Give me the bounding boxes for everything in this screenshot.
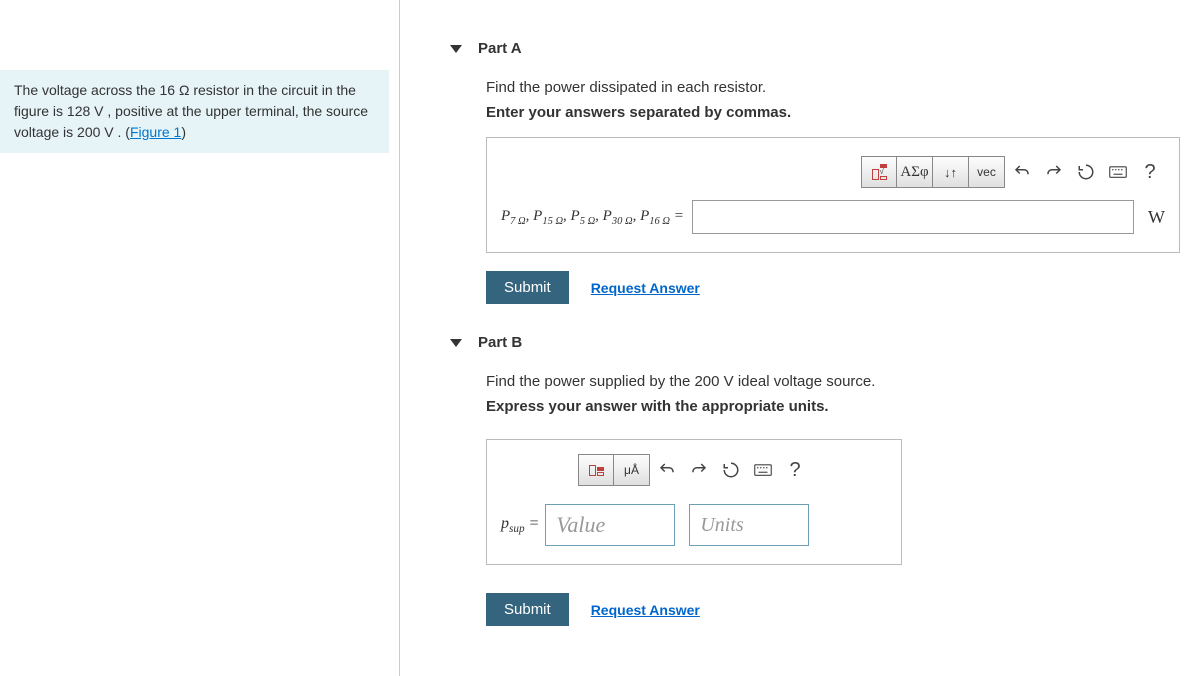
part-b-title: Part B <box>478 334 522 351</box>
part-b-eq-label: psup = <box>501 515 539 535</box>
undo-button[interactable] <box>652 455 682 485</box>
undo-icon <box>658 461 676 479</box>
keyboard-icon <box>1109 163 1127 181</box>
problem-text-after: ) <box>181 124 186 140</box>
updown-button[interactable]: ↓↑ <box>933 156 969 188</box>
keyboard-button[interactable] <box>1103 157 1133 187</box>
part-b-request-answer-link[interactable]: Request Answer <box>591 602 700 618</box>
figure-link[interactable]: Figure 1 <box>130 124 181 140</box>
part-a-header[interactable]: Part A <box>450 40 1180 57</box>
redo-button[interactable] <box>684 455 714 485</box>
keyboard-button[interactable] <box>748 455 778 485</box>
part-a-title: Part A <box>478 40 522 57</box>
keyboard-icon <box>754 461 772 479</box>
part-b-toolbar: μÅ ? <box>501 454 887 486</box>
reset-icon <box>722 461 740 479</box>
greek-button[interactable]: ΑΣφ <box>897 156 933 188</box>
part-a-prompt2: Enter your answers separated by commas. <box>486 104 1180 121</box>
redo-icon <box>1045 163 1063 181</box>
part-b-value-input[interactable] <box>545 504 675 546</box>
main-content: Part A Find the power dissipated in each… <box>400 0 1200 676</box>
template-button[interactable]: √ <box>861 156 897 188</box>
redo-button[interactable] <box>1039 157 1069 187</box>
caret-down-icon[interactable] <box>450 45 462 53</box>
part-b-prompt1: Find the power supplied by the 200 V ide… <box>486 373 1180 390</box>
part-a-request-answer-link[interactable]: Request Answer <box>591 280 700 296</box>
part-b-header[interactable]: Part B <box>450 334 1180 351</box>
part-a-answer-input[interactable] <box>692 200 1134 234</box>
help-button[interactable]: ? <box>780 455 810 485</box>
part-b-submit-button[interactable]: Submit <box>486 593 569 626</box>
part-a-toolbar: √ ΑΣφ ↓↑ vec <box>501 156 1165 188</box>
redo-icon <box>690 461 708 479</box>
template-icon <box>589 465 604 476</box>
part-a-submit-button[interactable]: Submit <box>486 271 569 304</box>
units-button[interactable]: μÅ <box>614 454 650 486</box>
reset-button[interactable] <box>716 455 746 485</box>
template-button[interactable] <box>578 454 614 486</box>
vec-button[interactable]: vec <box>969 156 1005 188</box>
part-a-eq-label: P7 Ω, P15 Ω, P5 Ω, P30 Ω, P16 Ω = <box>501 208 692 227</box>
reset-icon <box>1077 163 1095 181</box>
reset-button[interactable] <box>1071 157 1101 187</box>
problem-sidebar: The voltage across the 16 Ω resistor in … <box>0 0 400 676</box>
part-a-prompt1: Find the power dissipated in each resist… <box>486 79 1180 96</box>
part-b-answer-panel: μÅ ? psup = <box>486 439 902 565</box>
undo-icon <box>1013 163 1031 181</box>
caret-down-icon[interactable] <box>450 339 462 347</box>
part-a-answer-panel: √ ΑΣφ ↓↑ vec <box>486 137 1180 253</box>
undo-button[interactable] <box>1007 157 1037 187</box>
problem-statement: The voltage across the 16 Ω resistor in … <box>0 70 389 153</box>
part-b-units-input[interactable] <box>689 504 809 546</box>
problem-text: The voltage across the 16 Ω resistor in … <box>14 82 368 140</box>
part-b-prompt2: Express your answer with the appropriate… <box>486 398 1180 415</box>
help-button[interactable]: ? <box>1135 157 1165 187</box>
part-a-unit: W <box>1148 207 1165 228</box>
template-icon: √ <box>872 164 887 180</box>
